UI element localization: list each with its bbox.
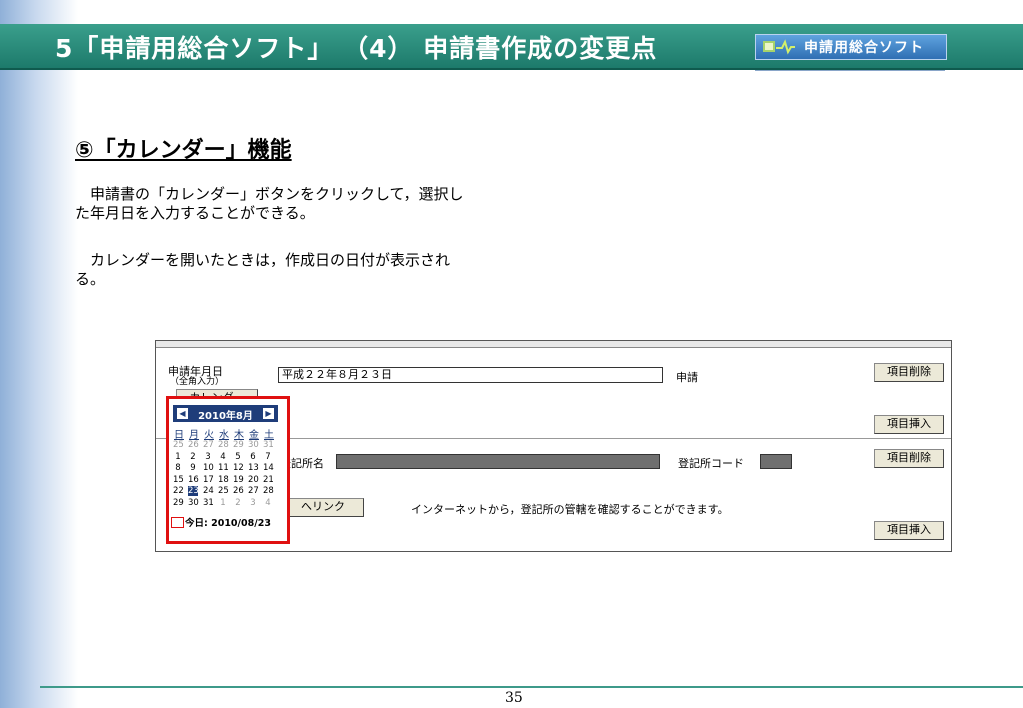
weekday-label: 土	[264, 430, 274, 441]
registry-code-field[interactable]	[760, 454, 792, 469]
weekday-label: 月	[189, 430, 199, 441]
calendar-day[interactable]: 26	[233, 486, 244, 496]
delete-item-button-1[interactable]: 項目削除	[874, 363, 944, 382]
weekday-label: 水	[219, 430, 229, 441]
weekday-label: 火	[204, 430, 214, 441]
software-badge: 申請用総合ソフト	[755, 34, 947, 60]
footer-line	[40, 686, 1023, 688]
calendar-day[interactable]: 7	[263, 452, 273, 462]
calendar-day[interactable]: 30	[188, 498, 199, 508]
calendar-day[interactable]: 8	[173, 463, 183, 473]
calendar-day[interactable]: 29	[233, 440, 244, 450]
section-heading: ⑤「カレンダー」機能	[75, 138, 292, 163]
calendar-header: ◀ 2010年8月 ▶	[173, 405, 278, 422]
calendar-day[interactable]: 19	[233, 475, 244, 485]
calendar-popup: ◀ 2010年8月 ▶ 日月火水木金土 25 26 27 28 29 30 31 1 2 3 4 5 6…	[166, 396, 290, 544]
calendar-day[interactable]: 20	[248, 475, 259, 485]
form-top-strip	[156, 341, 951, 348]
link-button[interactable]: へリンク	[282, 498, 364, 517]
date-label-note: （全角入力）	[170, 377, 225, 387]
badge-underline	[755, 70, 945, 71]
calendar-day[interactable]: 5	[233, 452, 243, 462]
calendar-day[interactable]: 4	[218, 452, 228, 462]
calendar-day[interactable]: 11	[218, 463, 229, 473]
calendar-day[interactable]: 27	[248, 486, 259, 496]
calendar-day[interactable]: 25	[173, 440, 184, 450]
software-logo-icon	[763, 39, 795, 55]
calendar-day[interactable]: 16	[188, 475, 199, 485]
today-label[interactable]: 今日: 2010/08/23	[185, 515, 271, 529]
badge-label: 申請用総合ソフト	[804, 40, 924, 56]
calendar-day[interactable]: 2	[188, 452, 198, 462]
page-title: 5「申請用総合ソフト」 （4） 申請書作成の変更点	[55, 34, 658, 63]
calendar-day[interactable]: 21	[263, 475, 274, 485]
calendar-day[interactable]: 10	[203, 463, 214, 473]
insert-item-button-1[interactable]: 項目挿入	[874, 415, 944, 434]
today-marker-icon	[171, 517, 184, 528]
paragraph-1: 申請書の「カレンダー」ボタンをクリックして，選択した年月日を入力することができる…	[75, 185, 464, 222]
calendar-day[interactable]: 1	[173, 452, 183, 462]
prev-month-icon[interactable]: ◀	[177, 408, 188, 419]
registry-name-field[interactable]	[336, 454, 660, 469]
calendar-day[interactable]: 3	[203, 452, 213, 462]
weekday-label: 木	[234, 430, 244, 441]
delete-item-button-2[interactable]: 項目削除	[874, 449, 944, 468]
page-number: 35	[505, 690, 523, 706]
calendar-day[interactable]: 31	[203, 498, 214, 508]
calendar-day[interactable]: 25	[218, 486, 229, 496]
calendar-day[interactable]: 28	[218, 440, 229, 450]
insert-item-button-2[interactable]: 項目挿入	[874, 521, 944, 540]
left-gradient	[0, 0, 78, 708]
registry-code-label: 登記所コード	[678, 457, 744, 470]
calendar-day[interactable]: 31	[263, 440, 274, 450]
weekday-label: 日	[174, 430, 184, 441]
calendar-day[interactable]: 6	[248, 452, 258, 462]
calendar-day[interactable]: 18	[218, 475, 229, 485]
calendar-day[interactable]: 17	[203, 475, 214, 485]
calendar-day[interactable]: 30	[248, 440, 259, 450]
calendar-day[interactable]: 22	[173, 486, 184, 496]
calendar-day[interactable]: 24	[203, 486, 214, 496]
calendar-day[interactable]: 2	[233, 498, 243, 508]
date-input[interactable]: 平成２２年８月２３日	[278, 367, 663, 383]
calendar-day[interactable]: 14	[263, 463, 274, 473]
calendar-day[interactable]: 23	[188, 486, 199, 496]
calendar-day[interactable]: 28	[263, 486, 274, 496]
apply-label: 申請	[676, 371, 698, 384]
calendar-day[interactable]: 13	[248, 463, 259, 473]
calendar-day[interactable]: 9	[188, 463, 198, 473]
calendar-day[interactable]: 3	[248, 498, 258, 508]
calendar-day[interactable]: 12	[233, 463, 244, 473]
calendar-day[interactable]: 4	[263, 498, 273, 508]
link-note: インターネットから，登記所の管轄を確認することができます。	[411, 503, 729, 516]
calendar-day[interactable]: 26	[188, 440, 199, 450]
paragraph-2: カレンダーを開いたときは，作成日の日付が表示される。	[75, 251, 451, 288]
next-month-icon[interactable]: ▶	[263, 408, 274, 419]
calendar-day[interactable]: 27	[203, 440, 214, 450]
weekday-label: 金	[249, 430, 259, 441]
calendar-day[interactable]: 1	[218, 498, 228, 508]
calendar-day[interactable]: 29	[173, 498, 184, 508]
calendar-month-title: 2010年8月	[198, 411, 253, 422]
calendar-day[interactable]: 15	[173, 475, 184, 485]
